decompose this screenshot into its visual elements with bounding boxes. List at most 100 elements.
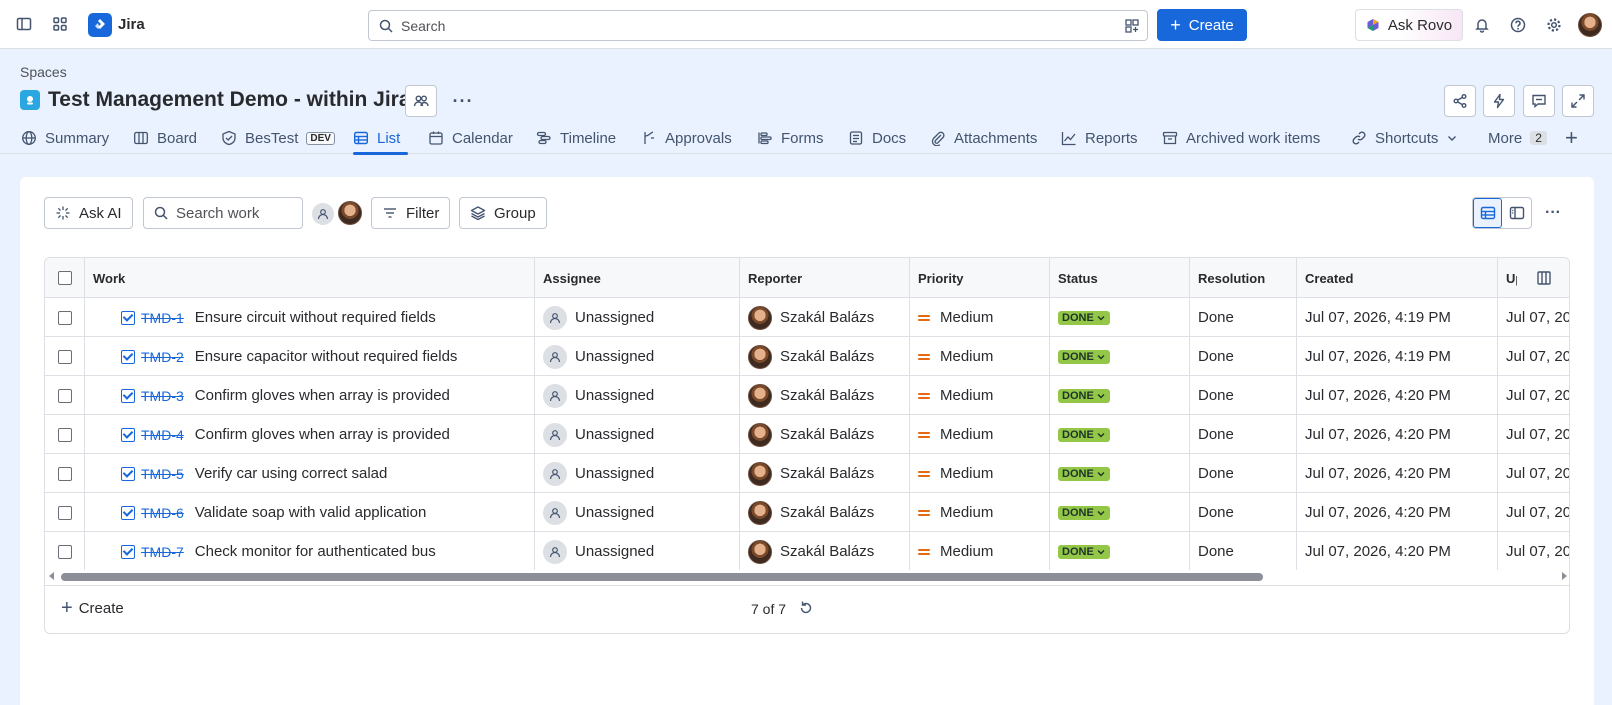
row-checkbox[interactable]: [57, 544, 72, 559]
sidebar-toggle-icon[interactable]: [10, 10, 38, 38]
share-icon[interactable]: [1444, 85, 1476, 117]
settings-gear-icon[interactable]: [1540, 11, 1568, 39]
tab-more[interactable]: More 2: [1488, 122, 1547, 154]
tab-reports[interactable]: Reports: [1061, 122, 1138, 154]
search-filters-icon[interactable]: [1125, 19, 1139, 33]
ask-ai-button[interactable]: Ask AI: [44, 197, 133, 229]
reporter-cell[interactable]: Szakál Balázs: [740, 337, 910, 376]
status-lozenge[interactable]: DONE: [1058, 427, 1110, 442]
row-checkbox[interactable]: [57, 349, 72, 364]
column-header-resolution[interactable]: Resolution: [1190, 258, 1297, 298]
unassigned-filter-avatar[interactable]: [312, 203, 334, 225]
work-item-key[interactable]: TMD-4: [141, 427, 184, 443]
work-item-summary[interactable]: Confirm gloves when array is provided: [195, 426, 450, 443]
tab-summary[interactable]: Summary: [21, 122, 109, 154]
list-view-icon[interactable]: [1473, 198, 1502, 228]
reporter-cell[interactable]: Szakál Balázs: [740, 532, 910, 571]
app-name[interactable]: Jira: [118, 16, 145, 33]
priority-cell[interactable]: Medium: [910, 454, 1050, 493]
column-header-work[interactable]: Work: [85, 258, 535, 298]
tab-board[interactable]: Board: [133, 122, 197, 154]
status-lozenge[interactable]: DONE: [1058, 505, 1110, 520]
table-row[interactable]: TMD-4 Confirm gloves when array is provi…: [45, 415, 1569, 454]
reporter-cell[interactable]: Szakál Balázs: [740, 454, 910, 493]
filter-button[interactable]: Filter: [371, 197, 451, 229]
table-row[interactable]: TMD-7 Check monitor for authenticated bu…: [45, 532, 1569, 571]
space-members-icon[interactable]: [405, 85, 437, 117]
scroll-right-arrow-icon[interactable]: [1560, 572, 1568, 580]
user-filter-avatar[interactable]: [338, 201, 362, 225]
priority-cell[interactable]: Medium: [910, 337, 1050, 376]
refresh-icon[interactable]: [798, 600, 814, 616]
work-item-key[interactable]: TMD-1: [141, 310, 184, 326]
priority-cell[interactable]: Medium: [910, 532, 1050, 571]
reporter-cell[interactable]: Szakál Balázs: [740, 415, 910, 454]
horizontal-scrollbar[interactable]: [45, 570, 1569, 582]
tab-archived-work-items[interactable]: Archived work items: [1162, 122, 1320, 154]
assignee-cell[interactable]: Unassigned: [535, 415, 740, 454]
jira-logo-icon[interactable]: [88, 13, 112, 37]
tab-bestest[interactable]: BesTest DEV: [221, 122, 335, 154]
work-item-key[interactable]: TMD-5: [141, 466, 184, 482]
work-item-key[interactable]: TMD-6: [141, 505, 184, 521]
fullscreen-expand-icon[interactable]: [1562, 85, 1594, 117]
app-switcher-icon[interactable]: [46, 10, 74, 38]
tab-timeline[interactable]: Timeline: [536, 122, 616, 154]
assignee-cell[interactable]: Unassigned: [535, 532, 740, 571]
status-lozenge[interactable]: DONE: [1058, 310, 1110, 325]
row-checkbox[interactable]: [57, 388, 72, 403]
assignee-cell[interactable]: Unassigned: [535, 298, 740, 337]
status-lozenge[interactable]: DONE: [1058, 466, 1110, 481]
table-row[interactable]: TMD-5 Verify car using correct salad Una…: [45, 454, 1569, 493]
ask-rovo-button[interactable]: Ask Rovo: [1355, 9, 1463, 41]
row-checkbox[interactable]: [57, 466, 72, 481]
breadcrumb-spaces[interactable]: Spaces: [20, 64, 67, 80]
tab-forms[interactable]: Forms: [757, 122, 824, 154]
column-header-assignee[interactable]: Assignee: [535, 258, 740, 298]
global-search-input[interactable]: Search: [368, 10, 1148, 41]
assignee-cell[interactable]: Unassigned: [535, 376, 740, 415]
profile-avatar[interactable]: [1578, 13, 1602, 37]
search-work-input[interactable]: Search work: [143, 197, 303, 229]
tab-attachments[interactable]: Attachments: [930, 122, 1037, 154]
column-settings-icon[interactable]: [1517, 259, 1569, 297]
work-item-key[interactable]: TMD-2: [141, 349, 184, 365]
priority-cell[interactable]: Medium: [910, 493, 1050, 532]
status-lozenge[interactable]: DONE: [1058, 544, 1110, 559]
space-more-actions-icon[interactable]: ···: [447, 85, 479, 117]
assignee-cell[interactable]: Unassigned: [535, 454, 740, 493]
work-item-summary[interactable]: Verify car using correct salad: [195, 465, 388, 482]
column-header-created[interactable]: Created: [1297, 258, 1498, 298]
detail-view-icon[interactable]: [1502, 198, 1531, 228]
select-all-checkbox[interactable]: [57, 271, 72, 285]
column-header-reporter[interactable]: Reporter: [740, 258, 910, 298]
automation-lightning-icon[interactable]: [1483, 85, 1515, 117]
reporter-cell[interactable]: Szakál Balázs: [740, 376, 910, 415]
notifications-bell-icon[interactable]: [1468, 11, 1496, 39]
feedback-icon[interactable]: [1523, 85, 1555, 117]
status-lozenge[interactable]: DONE: [1058, 349, 1110, 364]
more-options-icon[interactable]: ···: [1537, 197, 1569, 229]
add-tab-plus-icon[interactable]: +: [1565, 122, 1578, 154]
scroll-left-arrow-icon[interactable]: [48, 572, 56, 580]
assignee-cell[interactable]: Unassigned: [535, 493, 740, 532]
work-item-summary[interactable]: Ensure circuit without required fields: [195, 309, 436, 326]
table-row[interactable]: TMD-6 Validate soap with valid applicati…: [45, 493, 1569, 532]
row-checkbox[interactable]: [57, 427, 72, 442]
priority-cell[interactable]: Medium: [910, 415, 1050, 454]
work-item-summary[interactable]: Validate soap with valid application: [195, 504, 427, 521]
create-button[interactable]: + Create: [1157, 9, 1247, 41]
tab-shortcuts[interactable]: Shortcuts: [1351, 122, 1458, 154]
priority-cell[interactable]: Medium: [910, 298, 1050, 337]
scrollbar-thumb[interactable]: [61, 573, 1263, 581]
work-item-key[interactable]: TMD-3: [141, 388, 184, 404]
assignee-cell[interactable]: Unassigned: [535, 337, 740, 376]
help-icon[interactable]: [1504, 11, 1532, 39]
work-item-summary[interactable]: Ensure capacitor without required fields: [195, 348, 458, 365]
tab-list[interactable]: List: [353, 122, 408, 155]
table-row[interactable]: TMD-3 Confirm gloves when array is provi…: [45, 376, 1569, 415]
tab-approvals[interactable]: Approvals: [641, 122, 732, 154]
tab-docs[interactable]: Docs: [848, 122, 906, 154]
column-header-status[interactable]: Status: [1050, 258, 1190, 298]
row-checkbox[interactable]: [57, 310, 72, 325]
